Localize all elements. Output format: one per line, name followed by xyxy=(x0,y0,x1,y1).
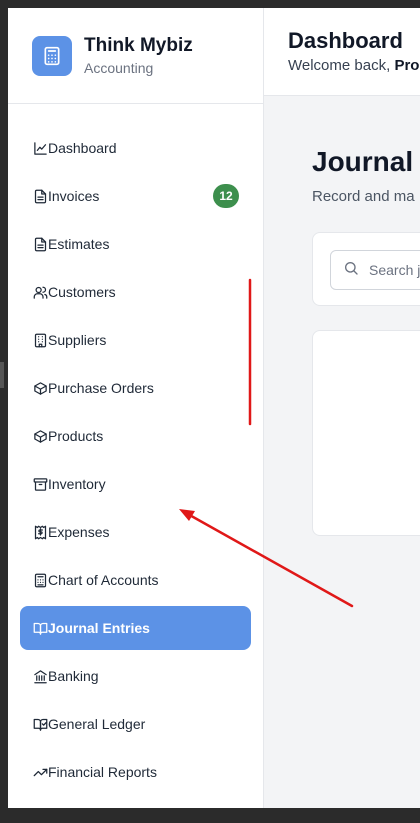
sidebar-item-label: General Ledger xyxy=(48,716,146,732)
brand: Think Mybiz Accounting xyxy=(8,8,263,104)
page-title: Journal xyxy=(312,146,414,177)
archive-icon xyxy=(32,476,48,492)
sidebar-item-label: Financial Reports xyxy=(48,764,157,780)
package-icon xyxy=(32,380,48,396)
journal-entries-card xyxy=(312,330,420,536)
main-content: Dashboard Welcome back, Pro Journal Reco… xyxy=(264,8,420,808)
sidebar-item-purchase-orders[interactable]: Purchase Orders xyxy=(20,366,251,410)
file-text-icon xyxy=(32,188,48,204)
sidebar-item-label: Customers xyxy=(48,284,116,300)
package-icon xyxy=(32,428,48,444)
welcome-message: Welcome back, Pro xyxy=(288,57,420,74)
top-header: Dashboard Welcome back, Pro xyxy=(264,8,420,96)
sidebar-item-label: Purchase Orders xyxy=(48,380,154,396)
sidebar-item-general-ledger[interactable]: General Ledger xyxy=(20,702,251,746)
calculator-icon xyxy=(32,35,72,76)
sidebar-item-label: Dashboard xyxy=(48,140,117,156)
window-edge-handle xyxy=(0,362,4,388)
sidebar-item-estimates[interactable]: Estimates xyxy=(20,222,251,266)
welcome-user-name: Pro xyxy=(394,57,420,74)
search-card xyxy=(312,232,420,306)
app-window: Think Mybiz Accounting Dashboard Invoice… xyxy=(8,8,420,808)
sidebar-item-expenses[interactable]: Expenses xyxy=(20,510,251,554)
sidebar-item-label: Suppliers xyxy=(48,332,107,348)
building-icon xyxy=(32,332,48,348)
welcome-prefix: Welcome back, xyxy=(288,57,395,74)
sidebar-item-label: Inventory xyxy=(48,476,106,492)
book-check-icon xyxy=(32,716,48,732)
sidebar-item-invoices[interactable]: Invoices 12 xyxy=(20,174,251,218)
sidebar-item-dashboard[interactable]: Dashboard xyxy=(20,126,251,170)
brand-name: Think Mybiz xyxy=(84,35,193,56)
landmark-icon xyxy=(32,668,48,684)
page-subtitle: Record and ma xyxy=(312,188,415,205)
search-box xyxy=(330,250,420,290)
sidebar-item-financial-reports[interactable]: Financial Reports xyxy=(20,750,251,794)
sidebar-item-label: Banking xyxy=(48,668,99,684)
sidebar-item-label: Invoices xyxy=(48,188,100,204)
book-open-icon xyxy=(32,620,48,636)
users-icon xyxy=(32,284,48,300)
sidebar-item-label: Journal Entries xyxy=(48,620,150,636)
brand-subtitle: Accounting xyxy=(84,60,154,76)
sidebar-nav: Dashboard Invoices 12 Estimates Customer… xyxy=(20,126,251,798)
sidebar: Think Mybiz Accounting Dashboard Invoice… xyxy=(8,8,264,808)
sidebar-item-banking[interactable]: Banking xyxy=(20,654,251,698)
sidebar-item-label: Estimates xyxy=(48,236,110,252)
search-icon xyxy=(343,260,359,281)
sidebar-item-products[interactable]: Products xyxy=(20,414,251,458)
trending-up-icon xyxy=(32,764,48,780)
sidebar-item-chart-of-accounts[interactable]: Chart of Accounts xyxy=(20,558,251,602)
search-input[interactable] xyxy=(369,262,420,278)
receipt-dollar-icon xyxy=(32,524,48,540)
header-title: Dashboard xyxy=(288,28,403,53)
sidebar-item-label: Chart of Accounts xyxy=(48,572,159,588)
sidebar-item-label: Products xyxy=(48,428,104,444)
invoices-count-badge: 12 xyxy=(213,184,239,208)
chart-line-icon xyxy=(32,140,48,156)
sidebar-item-label: Expenses xyxy=(48,524,110,540)
sidebar-item-customers[interactable]: Customers xyxy=(20,270,251,314)
sidebar-item-suppliers[interactable]: Suppliers xyxy=(20,318,251,362)
calculator-icon xyxy=(32,572,48,588)
file-text-icon xyxy=(32,236,48,252)
sidebar-item-inventory[interactable]: Inventory xyxy=(20,462,251,506)
sidebar-item-journal-entries[interactable]: Journal Entries xyxy=(20,606,251,650)
